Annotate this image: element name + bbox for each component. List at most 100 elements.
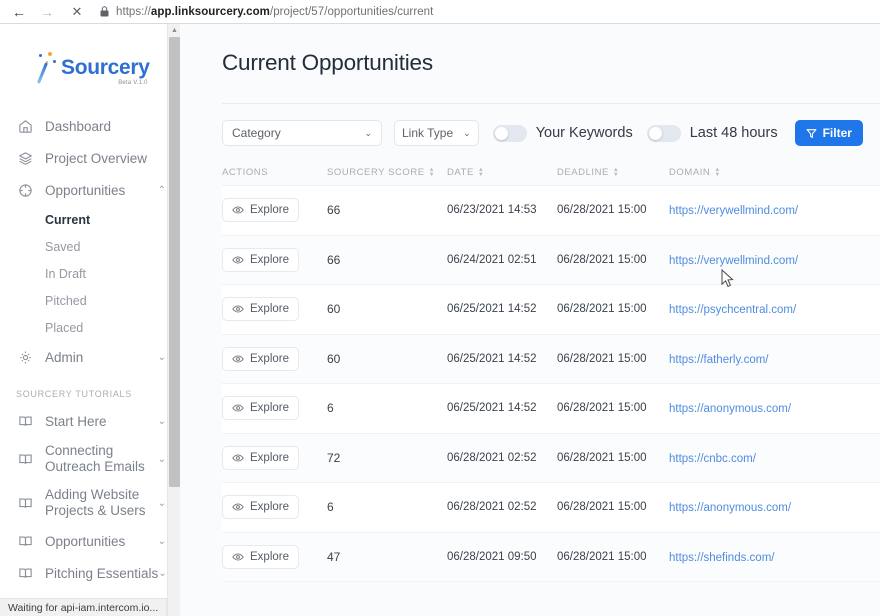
sort-icon[interactable]: ▲ ▼	[613, 167, 620, 178]
column-header-deadline[interactable]: Deadline ▲ ▼	[557, 167, 669, 179]
domain-link[interactable]: https://psychcentral.com/	[669, 304, 796, 316]
link-type-select[interactable]: Link Type ⌄	[394, 120, 479, 146]
table-row[interactable]: Explore 60 06/25/2021 14:52 06/28/2021 15:0…	[222, 334, 880, 384]
domain-link[interactable]: https://anonymous.com/	[669, 403, 791, 415]
sidebar-tutorial-pitching-essentials[interactable]: Pitching Essentials ⌄	[0, 557, 180, 589]
domain-link[interactable]: https://verywellmind.com/	[669, 255, 798, 267]
row-deadline-cell: 06/28/2021 15:00	[557, 303, 647, 316]
table-row[interactable]: Explore 47 06/28/2021 09:50 06/28/2021 15:0…	[222, 532, 880, 582]
explore-button[interactable]: Explore	[222, 247, 299, 272]
sidebar-item-opportunities[interactable]: Opportunities ⌃	[0, 174, 180, 206]
stop-loading-icon[interactable]: ✕	[66, 1, 88, 23]
eye-icon	[232, 501, 244, 513]
chevron-down-icon: ⌄	[157, 497, 166, 509]
sidebar-item-label: Opportunities	[45, 182, 126, 198]
table-row[interactable]: Explore 6 06/25/2021 14:52 06/28/2021 15:00…	[222, 384, 880, 434]
sidebar-scrollbar[interactable]: ▲	[167, 24, 180, 616]
sidebar-tutorial-connecting-outreach-emails[interactable]: Connecting Outreach Emails ⌄	[0, 437, 180, 481]
sidebar-subitem-label: Current	[45, 212, 91, 227]
sort-icon[interactable]: ▲ ▼	[714, 167, 721, 178]
sidebar-item-admin[interactable]: Admin ⌄	[0, 341, 180, 373]
sidebar-subitem-in-draft[interactable]: In Draft	[0, 260, 180, 287]
row-score-cell: 6	[327, 500, 334, 515]
filter-button-label: Filter	[822, 126, 852, 140]
sidebar-item-label: Admin	[45, 349, 84, 365]
domain-link[interactable]: https://shefinds.com/	[669, 552, 774, 564]
forward-icon[interactable]: →	[36, 1, 58, 23]
column-header-domain[interactable]: Domain ▲ ▼	[669, 167, 849, 179]
browser-status-bar: Waiting for api-iam.intercom.io...	[0, 598, 168, 616]
explore-button[interactable]: Explore	[222, 297, 299, 322]
domain-link[interactable]: https://verywellmind.com/	[669, 205, 798, 217]
sidebar-tutorial-start-here[interactable]: Start Here ⌄	[0, 405, 180, 437]
explore-button[interactable]: Explore	[222, 495, 299, 520]
address-bar[interactable]: https://app.linksourcery.com/project/57/…	[100, 2, 872, 22]
sidebar-item-dashboard[interactable]: Dashboard	[0, 110, 180, 142]
sort-icon[interactable]: ▲ ▼	[478, 167, 485, 178]
domain-link[interactable]: https://anonymous.com/	[669, 502, 791, 514]
sidebar-tutorial-adding-website-projects-users[interactable]: Adding Website Projects & Users ⌄	[0, 481, 180, 525]
sidebar-subitem-saved[interactable]: Saved	[0, 233, 180, 260]
explore-button-label: Explore	[250, 451, 289, 464]
explore-button[interactable]: Explore	[222, 346, 299, 371]
sidebar-subitem-current[interactable]: Current	[0, 206, 180, 233]
column-header-label: Date	[447, 167, 474, 178]
eye-icon	[232, 254, 244, 266]
sidebar-tutorial-label: Connecting Outreach Emails	[45, 443, 145, 474]
row-date-cell: 06/28/2021 02:52	[447, 451, 537, 464]
eye-icon	[232, 452, 244, 464]
link-type-select-value: Link Type	[402, 126, 454, 140]
your-keywords-label: Your Keywords	[535, 125, 633, 141]
app-container: Sourcery Beta V.1.0 Dashboard Project Ov…	[0, 24, 880, 616]
last-48-hours-toggle[interactable]	[646, 124, 681, 142]
sidebar-subitem-label: Saved	[45, 239, 81, 254]
explore-button[interactable]: Explore	[222, 445, 299, 470]
category-select[interactable]: Category ⌄	[222, 120, 382, 146]
filter-button[interactable]: Filter	[794, 120, 863, 146]
sidebar-subitem-label: Pitched	[45, 293, 87, 308]
explore-button[interactable]: Explore	[222, 198, 299, 223]
row-deadline-cell: 06/28/2021 15:00	[557, 352, 647, 365]
explore-button[interactable]: Explore	[222, 544, 299, 569]
magic-wand-icon	[34, 52, 60, 86]
domain-link[interactable]: https://cnbc.com/	[669, 453, 756, 465]
chevron-up-icon: ⌃	[157, 184, 166, 196]
scrollbar-thumb[interactable]	[169, 37, 180, 487]
layers-icon	[16, 149, 34, 167]
row-deadline-cell: 06/28/2021 15:00	[557, 550, 647, 563]
explore-button[interactable]: Explore	[222, 396, 299, 421]
sidebar-subitem-placed[interactable]: Placed	[0, 314, 180, 341]
row-deadline-cell: 06/28/2021 15:00	[557, 253, 647, 266]
category-select-value: Category	[232, 126, 281, 140]
table-row[interactable]: Explore 66 06/23/2021 14:53 06/28/2021 15:0…	[222, 186, 880, 236]
sidebar-subitem-pitched[interactable]: Pitched	[0, 287, 180, 314]
eye-icon	[232, 402, 244, 414]
row-domain-cell: https://verywellmind.com/	[669, 203, 849, 217]
main-content: Current Opportunities Category ⌄ Link Ty…	[180, 24, 880, 616]
book-icon	[16, 450, 34, 468]
sidebar-item-project-overview[interactable]: Project Overview	[0, 142, 180, 174]
row-date-cell: 06/23/2021 14:53	[447, 204, 537, 217]
table-row[interactable]: Explore 66 06/24/2021 02:51 06/28/2021 15:0…	[222, 235, 880, 285]
scroll-up-icon[interactable]: ▲	[168, 24, 180, 37]
book-icon	[16, 412, 34, 430]
back-icon[interactable]: ←	[8, 1, 30, 23]
filter-toolbar: Category ⌄ Link Type ⌄ Your Keywords Las…	[180, 104, 880, 160]
explore-button-label: Explore	[250, 204, 289, 217]
book-icon	[16, 532, 34, 550]
table-row[interactable]: Explore 72 06/28/2021 02:52 06/28/2021 15:0…	[222, 433, 880, 483]
column-header-date[interactable]: Date ▲ ▼	[447, 167, 557, 179]
table-row[interactable]: Explore 6 06/28/2021 02:52 06/28/2021 15:00…	[222, 483, 880, 533]
your-keywords-toggle[interactable]	[492, 124, 527, 142]
table-row[interactable]: Explore 60 06/25/2021 14:52 06/28/2021 15:0…	[222, 285, 880, 335]
gear-icon	[16, 348, 34, 366]
row-actions-cell: Explore	[222, 198, 327, 223]
table-body: Explore 66 06/23/2021 14:53 06/28/2021 15:0…	[222, 186, 880, 582]
app-logo[interactable]: Sourcery Beta V.1.0	[0, 34, 180, 104]
sidebar-subitem-label: In Draft	[45, 266, 86, 281]
domain-link[interactable]: https://fatherly.com/	[669, 354, 769, 366]
sidebar-tutorial-opportunities[interactable]: Opportunities ⌄	[0, 525, 180, 557]
column-header-sourcery-score[interactable]: Sourcery Score ▲ ▼	[327, 167, 447, 179]
column-header-label: Actions	[222, 167, 269, 178]
sort-icon[interactable]: ▲ ▼	[429, 167, 436, 178]
